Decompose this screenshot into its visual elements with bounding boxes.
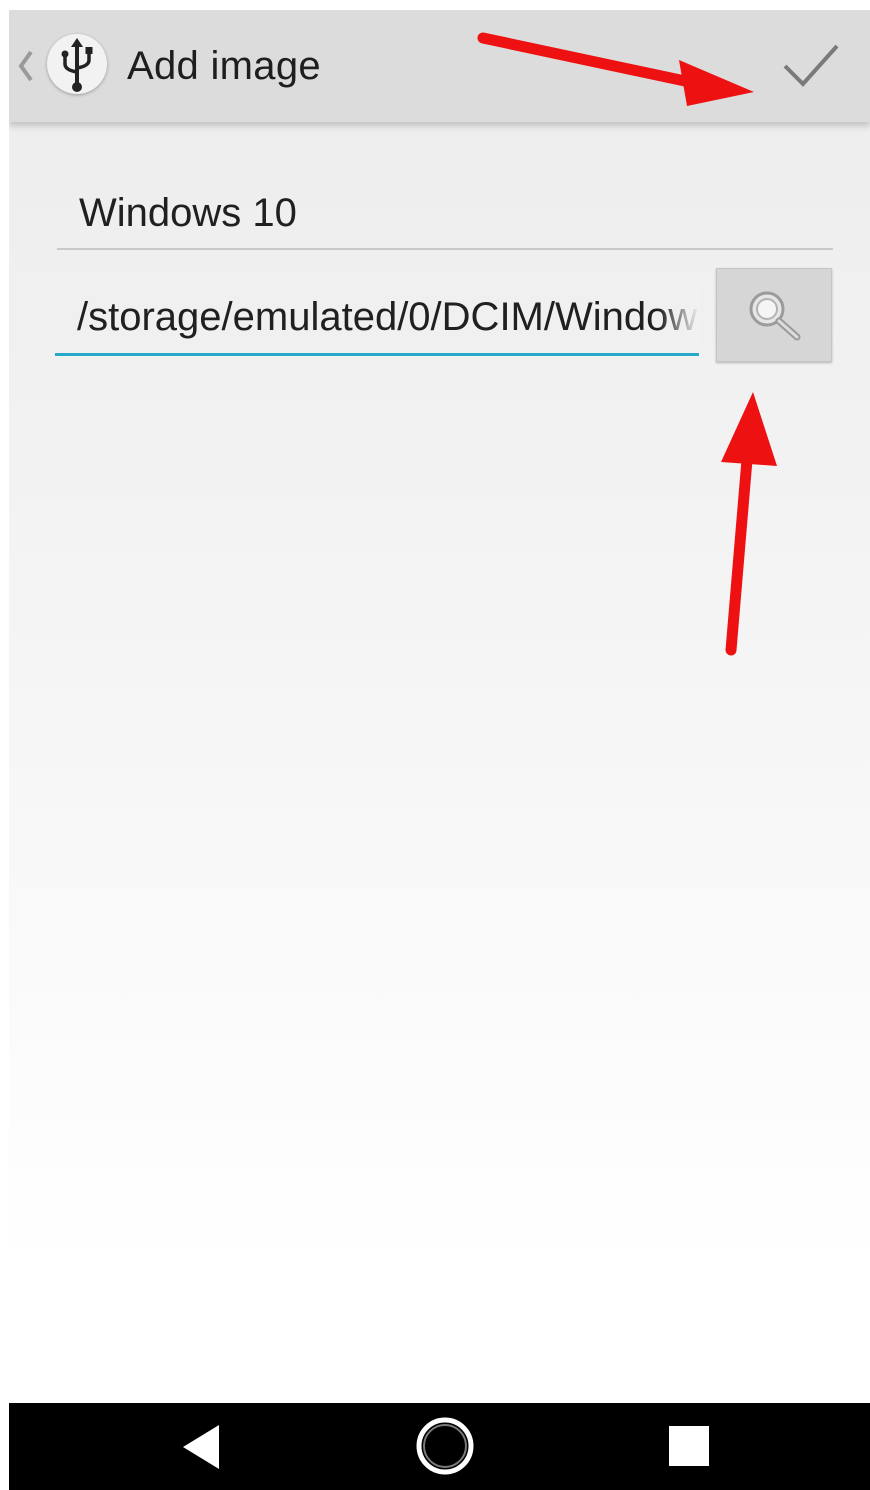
screen: Add image Windows 10 /storage/emulated/0… [9,10,870,1490]
annotation-arrows [477,32,777,656]
back-triangle-icon[interactable] [179,1423,223,1471]
home-circle-icon[interactable] [414,1415,476,1477]
arrow-to-confirm [477,32,754,106]
recents-square-icon[interactable] [667,1424,711,1468]
arrow-to-browse [721,392,777,656]
system-nav-bar [9,1403,870,1490]
